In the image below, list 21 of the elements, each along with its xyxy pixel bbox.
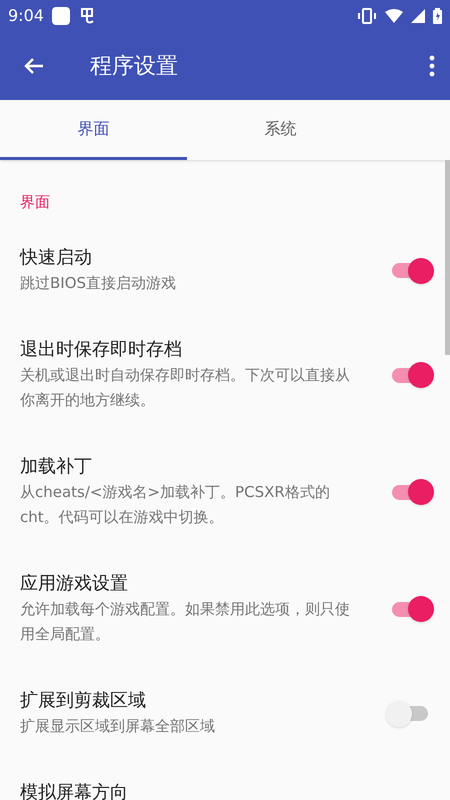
notification-icon bbox=[52, 7, 70, 25]
section-header: 界面 bbox=[20, 192, 51, 212]
setting-title: 退出时保存即时存档 bbox=[20, 338, 183, 362]
setting-summary: 允许加载每个游戏配置。如果禁用此选项，则只使用全局配置。 bbox=[20, 599, 351, 645]
wifi-icon bbox=[385, 9, 403, 23]
setting-title: 加载补丁 bbox=[20, 455, 93, 479]
setting-summary: 扩展显示区域到屏幕全部区域 bbox=[20, 716, 216, 737]
signal-icon bbox=[411, 9, 425, 23]
setting-title: 快速启动 bbox=[20, 246, 93, 270]
setting-title: 扩展到剪裁区域 bbox=[20, 689, 147, 713]
setting-summary: 关机或退出时自动保存即时存档。下次可以直接从你离开的地方继续。 bbox=[20, 365, 351, 411]
setting-title: 应用游戏设置 bbox=[20, 572, 129, 596]
window-title: 程序设置 bbox=[90, 52, 179, 80]
more-icon[interactable] bbox=[428, 54, 436, 78]
battery-icon bbox=[433, 8, 442, 24]
vibrate-icon bbox=[357, 8, 377, 24]
setting-summary: 跳过BIOS直接启动游戏 bbox=[20, 273, 178, 294]
tab[interactable]: 界面 bbox=[0, 100, 187, 160]
tab[interactable]: 系统 bbox=[187, 100, 374, 160]
setting-summary: 从cheats/<游戏名>加载补丁。PCSXR格式的cht。代码可以在游戏中切换。 bbox=[20, 482, 331, 528]
status-time: 9:04 bbox=[8, 5, 44, 27]
